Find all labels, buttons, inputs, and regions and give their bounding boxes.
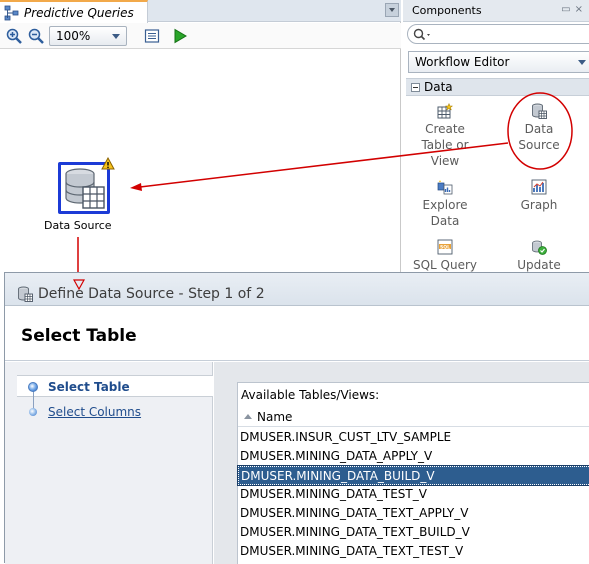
component-label: Create Table or View: [421, 122, 469, 168]
workflow-icon: [4, 5, 19, 20]
zoom-level-value: 100%: [56, 29, 91, 43]
available-tables-list: Available Tables/Views: Name DMUSER.INSU…: [237, 382, 589, 564]
component-label: Explore Data: [422, 198, 468, 228]
dialog-title: Define Data Source - Step 1 of 2: [38, 286, 265, 302]
editor-toolbar: 100%: [0, 23, 401, 49]
component-label: Graph: [520, 198, 558, 212]
table-rows: DMUSER.INSUR_CUST_LTV_SAMPLE DMUSER.MINI…: [237, 428, 589, 561]
step-select-table[interactable]: Select Table: [48, 380, 130, 394]
dialog-header: Select Table: [5, 306, 589, 361]
database-table-icon: [65, 168, 105, 209]
wizard-steps-panel: Select Table Select Columns: [5, 362, 213, 564]
node-label: Data Source: [44, 219, 112, 232]
warning-icon: [101, 157, 115, 170]
chevron-down-icon: [112, 34, 120, 39]
step-pending-icon: [29, 408, 37, 416]
dialog-content: Available Tables/Views: Name DMUSER.INSU…: [214, 362, 589, 564]
run-icon[interactable]: [172, 28, 188, 44]
workflow-canvas[interactable]: [0, 50, 401, 272]
component-label: SQL Query: [412, 258, 478, 272]
update-icon: [532, 240, 547, 255]
components-search-field[interactable]: [434, 26, 589, 42]
dialog-title-bar[interactable]: Define Data Source - Step 1 of 2: [5, 273, 589, 306]
table-row[interactable]: DMUSER.MINING_DATA_TEXT_TEST_V: [238, 542, 589, 561]
table-row[interactable]: DMUSER.MINING_DATA_TEST_V: [238, 485, 589, 504]
palette-select-value: Workflow Editor: [415, 55, 510, 69]
page-title: Select Table: [21, 326, 137, 346]
palette-select[interactable]: Workflow Editor: [408, 51, 589, 73]
editor-tab-bar: Predictive Queries: [0, 0, 401, 23]
component-graph[interactable]: Graph: [499, 179, 579, 213]
components-panel: Components ▭× Workflow Editor Data Creat…: [403, 0, 589, 272]
data-source-icon: [532, 103, 547, 119]
arrowhead: [73, 279, 85, 291]
zoom-in-icon[interactable]: [6, 28, 22, 44]
component-label: Data Source: [518, 122, 560, 152]
tab-predictive-queries[interactable]: Predictive Queries: [0, 0, 148, 23]
components-title: Components: [412, 4, 482, 17]
component-explore-data[interactable]: Explore Data: [405, 179, 485, 229]
zoom-out-icon[interactable]: [28, 28, 44, 44]
component-update[interactable]: Update: [499, 239, 579, 273]
data-source-icon: [18, 286, 33, 302]
chevron-down-icon: [578, 60, 586, 65]
table-row[interactable]: DMUSER.MINING_DATA_APPLY_V: [238, 447, 589, 466]
column-header-name[interactable]: Name: [238, 407, 589, 427]
component-label: Update: [517, 258, 561, 272]
step-select-columns[interactable]: Select Columns: [48, 405, 141, 419]
sort-ascending-icon: [244, 414, 252, 419]
graph-icon: [531, 179, 547, 195]
step-current-icon: [28, 382, 38, 392]
search-icon[interactable]: [413, 28, 433, 41]
tab-label: Predictive Queries: [24, 5, 134, 20]
table-row[interactable]: DMUSER.MINING_DATA_TEXT_APPLY_V: [238, 504, 589, 523]
component-sql-query[interactable]: SQL SQL Query: [405, 239, 485, 273]
table-row[interactable]: DMUSER.MINING_DATA_TEXT_BUILD_V: [238, 523, 589, 542]
data-section-label: Data: [424, 80, 453, 94]
components-title-bar: Components ▭×: [403, 0, 589, 22]
tab-list-dropdown[interactable]: [385, 3, 399, 17]
workflow-editor: Predictive Queries 100% Data Source: [0, 0, 401, 272]
zoom-level-select[interactable]: 100%: [49, 26, 127, 46]
table-caption: Available Tables/Views:: [241, 388, 380, 402]
data-section-header[interactable]: Data: [406, 78, 589, 96]
components-search-input[interactable]: [407, 24, 589, 44]
create-table-icon: [437, 103, 453, 119]
component-create-table[interactable]: Create Table or View: [405, 103, 485, 169]
table-row[interactable]: DMUSER.INSUR_CUST_LTV_SAMPLE: [238, 428, 589, 447]
explore-data-icon: [437, 180, 453, 195]
define-data-source-dialog: Define Data Source - Step 1 of 2 Select …: [4, 272, 589, 564]
panel-window-buttons[interactable]: ▭×: [561, 4, 587, 15]
component-data-source[interactable]: Data Source: [499, 103, 579, 153]
svg-text:SQL: SQL: [440, 244, 450, 250]
properties-icon[interactable]: [144, 28, 160, 44]
column-header-label: Name: [257, 410, 293, 424]
sql-query-icon: SQL: [437, 239, 453, 255]
collapse-icon[interactable]: [411, 83, 420, 92]
table-row-selected[interactable]: DMUSER.MINING_DATA_BUILD_V: [237, 465, 589, 486]
